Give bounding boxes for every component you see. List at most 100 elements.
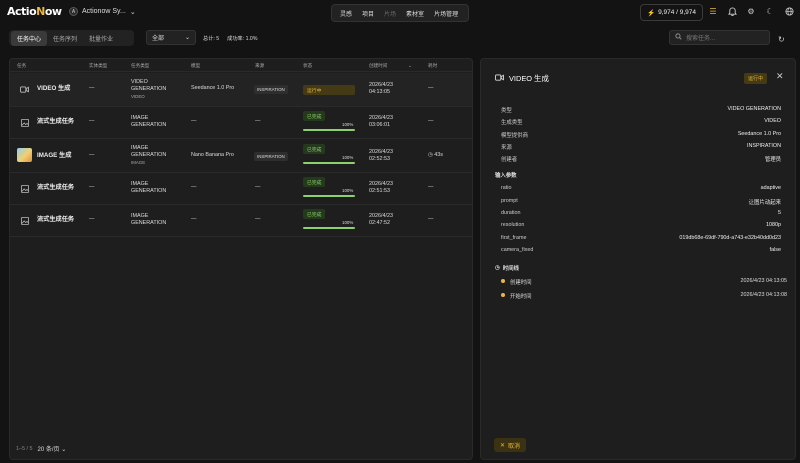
col-header-duration[interactable]: 耗时 xyxy=(428,63,437,69)
progress-bar xyxy=(303,162,355,164)
main-nav: 灵感 项目 片场 素材室 片场管理 xyxy=(331,4,469,22)
cancel-button[interactable]: ✕ 取消 xyxy=(494,438,526,452)
model-name: — xyxy=(191,118,197,124)
param-row: duration 5 xyxy=(501,210,781,216)
search-icon xyxy=(675,33,682,42)
prop-value: 管理员 xyxy=(764,157,781,163)
duration-value: 43s xyxy=(434,152,443,158)
task-type-line1: IMAGE xyxy=(131,115,149,121)
task-type-line2: GENERATION xyxy=(131,188,167,194)
table-row[interactable]: 流式生成任务 — IMAGE GENERATION — — 已完成 100% 2… xyxy=(10,205,472,237)
app-logo[interactable]: ActioNow xyxy=(7,5,62,18)
refresh-icon[interactable]: ↻ xyxy=(778,35,785,44)
close-icon[interactable]: ✕ xyxy=(776,71,784,82)
task-type-line2: GENERATION xyxy=(131,122,167,128)
status-badge: 已完成 xyxy=(303,144,326,154)
timeline-label: 创建时间 xyxy=(510,280,532,286)
duration: — xyxy=(428,184,434,190)
moon-icon[interactable]: ☾ xyxy=(765,6,775,16)
duration: — xyxy=(428,216,434,222)
nav-item-inspiration[interactable]: 灵感 xyxy=(335,9,357,18)
param-value: 5 xyxy=(778,210,781,216)
source: — xyxy=(255,118,261,124)
col-header-source[interactable]: 来源 xyxy=(255,63,264,69)
table-row[interactable]: VIDEO 生成 — VIDEO GENERATION VIDEO Seedan… xyxy=(10,73,472,107)
task-stats: 总计: 5 成功率: 1.0% xyxy=(203,35,257,42)
created-time: 03:06:01 xyxy=(369,122,390,128)
col-header-created[interactable]: 创建时间 xyxy=(369,63,387,69)
task-type-line2: GENERATION xyxy=(131,86,167,92)
model-name: Nano Banana Pro xyxy=(191,152,234,158)
top-bar: ActioNow A Actionow Sy... ⌄ 灵感 项目 片场 素材室… xyxy=(0,0,800,26)
workspace-switcher[interactable]: A Actionow Sy... ⌄ xyxy=(69,7,136,16)
col-header-model[interactable]: 模型 xyxy=(191,63,200,69)
param-value: false xyxy=(769,247,781,253)
task-type-line2: GENERATION xyxy=(131,220,167,226)
nav-item-assets[interactable]: 素材室 xyxy=(401,9,429,18)
table-row[interactable]: 流式生成任务 — IMAGE GENERATION — — 已完成 100% 2… xyxy=(10,173,472,205)
page-size-select[interactable]: 20 条/页 ⌄ xyxy=(38,444,67,453)
status-filter-select[interactable]: 全部 ⌄ xyxy=(146,30,196,45)
entity-type: — xyxy=(89,216,95,222)
created-date: 2026/4/23 xyxy=(369,82,393,88)
progress-percent: 100% xyxy=(342,122,354,127)
image-icon xyxy=(20,118,29,127)
tab-task-sequence[interactable]: 任务序列 xyxy=(47,31,83,46)
created-time: 02:47:52 xyxy=(369,220,390,226)
col-header-status[interactable]: 状态 xyxy=(303,63,312,69)
created-time: 02:51:53 xyxy=(369,188,390,194)
credits-display[interactable]: ⚡ 9,974 / 9,974 xyxy=(640,4,703,21)
prop-key: 类型 xyxy=(501,108,512,114)
globe-icon[interactable] xyxy=(784,6,794,16)
param-key: duration xyxy=(501,210,521,216)
logo-text-a: Actio xyxy=(7,5,37,18)
source: — xyxy=(255,184,261,190)
tasks-icon[interactable]: ☰ xyxy=(708,6,718,16)
table-row[interactable]: IMAGE 生成 — IMAGE GENERATION IMAGE Nano B… xyxy=(10,139,472,173)
prop-key: 模型提供商 xyxy=(501,133,528,139)
settings-icon[interactable]: ⚙ xyxy=(746,6,756,16)
nav-item-studio[interactable]: 片场 xyxy=(379,9,401,18)
chevron-down-icon: ⌄ xyxy=(61,447,67,453)
source-tag: INSPIRATION xyxy=(254,152,288,161)
tab-task-center[interactable]: 任务中心 xyxy=(11,30,48,46)
progress-bar xyxy=(303,129,355,131)
status-badge: 运行中 xyxy=(303,85,355,95)
bell-icon[interactable] xyxy=(727,6,737,16)
timeline-label: 开始时间 xyxy=(510,294,532,300)
progress-bar xyxy=(303,227,355,229)
sort-desc-icon[interactable]: ⌄ xyxy=(408,63,412,69)
status-badge: 已完成 xyxy=(303,177,326,187)
task-name: 流式生成任务 xyxy=(37,216,75,223)
image-thumbnail[interactable] xyxy=(17,148,32,162)
col-header-type[interactable]: 任务类型 xyxy=(131,63,149,69)
prop-gen-type: 生成类型 VIDEO xyxy=(501,118,781,126)
search-input[interactable]: 搜索任务... xyxy=(669,30,770,45)
task-detail-panel: VIDEO 生成 运行中 ✕ 类型 VIDEO GENERATION 生成类型 VI… xyxy=(480,58,796,460)
task-name: VIDEO 生成 xyxy=(37,85,71,92)
nav-item-projects[interactable]: 项目 xyxy=(357,9,379,18)
timeline-dot xyxy=(501,293,505,297)
col-header-entity[interactable]: 实体类型 xyxy=(89,63,107,69)
param-value: 让图片动起来 xyxy=(748,200,781,206)
source-tag: INSPIRATION xyxy=(254,85,288,94)
tab-batch-jobs[interactable]: 批量作业 xyxy=(83,31,119,46)
entity-type: — xyxy=(89,118,95,124)
table-row[interactable]: 流式生成任务 — IMAGE GENERATION — — 已完成 100% 2… xyxy=(10,107,472,139)
timeline-dot xyxy=(501,279,505,283)
model-name: — xyxy=(191,184,197,190)
param-value: 019db68e-69df-790d-a743-e32b40dd0d23 xyxy=(679,235,781,241)
image-icon xyxy=(20,216,29,225)
model-name: Seedance 1.0 Pro xyxy=(191,85,235,91)
param-key: ratio xyxy=(501,185,512,191)
chevron-down-icon: ⌄ xyxy=(129,8,136,16)
nav-item-studio-manage[interactable]: 片场管理 xyxy=(429,9,463,18)
page-size-value: 20 条/页 xyxy=(37,447,60,453)
task-table-panel: 任务 实体类型 任务类型 模型 来源 状态 创建时间 ⌄ 耗时 VIDEO 生成… xyxy=(9,58,473,460)
pagination-range: 1–5 / 5 xyxy=(16,445,33,452)
param-value: 1080p xyxy=(766,222,781,228)
col-header-task[interactable]: 任务 xyxy=(17,63,26,69)
param-row: ratio adaptive xyxy=(501,185,781,191)
pagination: 1–5 / 5 20 条/页 ⌄ xyxy=(16,444,67,454)
param-key: resolution xyxy=(501,222,525,228)
